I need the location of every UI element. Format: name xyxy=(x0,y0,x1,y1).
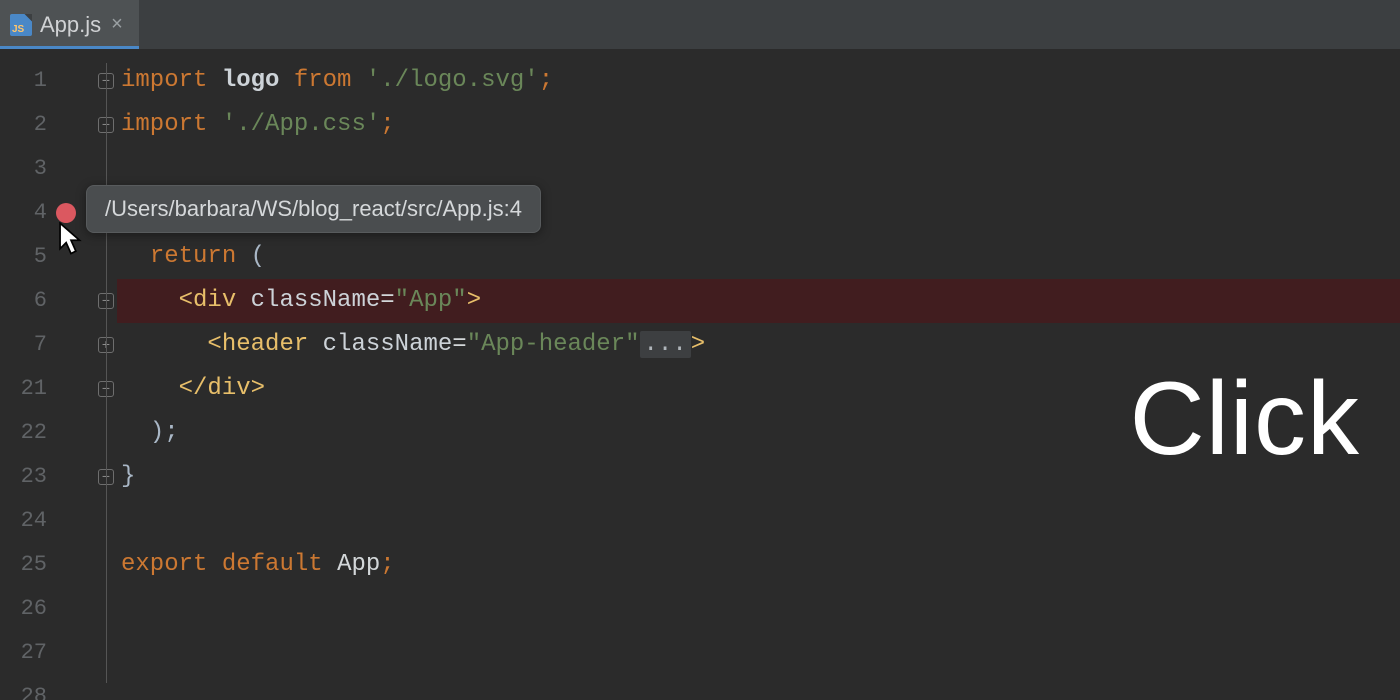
tooltip-text: /Users/barbara/WS/blog_react/src/App.js:… xyxy=(105,196,522,221)
line-number[interactable]: 5 xyxy=(0,235,95,279)
tab-label: App.js xyxy=(40,12,101,38)
fold-gutter[interactable]: − − − + − − xyxy=(95,49,117,700)
code-line[interactable]: export default App; xyxy=(117,543,1400,587)
tab-bar: App.js × xyxy=(0,0,1400,49)
line-number[interactable]: 7 xyxy=(0,323,95,367)
line-number[interactable]: 26 xyxy=(0,587,95,631)
line-number[interactable]: 2 xyxy=(0,103,95,147)
code-line[interactable]: <div className="App"> xyxy=(117,279,1400,323)
fold-ellipsis[interactable]: ... xyxy=(640,331,691,358)
code-line[interactable]: import './App.css'; xyxy=(117,103,1400,147)
breakpoint-icon[interactable] xyxy=(56,203,76,223)
close-icon[interactable]: × xyxy=(109,13,125,36)
line-number[interactable]: 27 xyxy=(0,631,95,675)
code-line[interactable] xyxy=(117,499,1400,543)
code-line[interactable]: import logo from './logo.svg'; xyxy=(117,59,1400,103)
breakpoint-tooltip: /Users/barbara/WS/blog_react/src/App.js:… xyxy=(86,185,541,233)
line-number[interactable]: 21 xyxy=(0,367,95,411)
line-number[interactable]: 4 xyxy=(0,191,95,235)
line-number[interactable]: 23 xyxy=(0,455,95,499)
code-line[interactable] xyxy=(117,587,1400,631)
line-number[interactable]: 24 xyxy=(0,499,95,543)
overlay-annotation: Click xyxy=(1130,360,1360,479)
line-number[interactable]: 3 xyxy=(0,147,95,191)
line-number[interactable]: 28 xyxy=(0,675,95,700)
line-number-gutter[interactable]: 1 2 3 4 5 6 7 21 22 23 24 25 26 27 28 xyxy=(0,49,95,700)
code-line[interactable]: return ( xyxy=(117,235,1400,279)
code-line[interactable] xyxy=(117,631,1400,675)
code-line[interactable] xyxy=(117,675,1400,700)
tab-app-js[interactable]: App.js × xyxy=(0,0,139,49)
line-number[interactable]: 6 xyxy=(0,279,95,323)
line-number[interactable]: 1 xyxy=(0,59,95,103)
line-number[interactable]: 22 xyxy=(0,411,95,455)
line-number[interactable]: 25 xyxy=(0,543,95,587)
js-file-icon xyxy=(10,14,32,36)
